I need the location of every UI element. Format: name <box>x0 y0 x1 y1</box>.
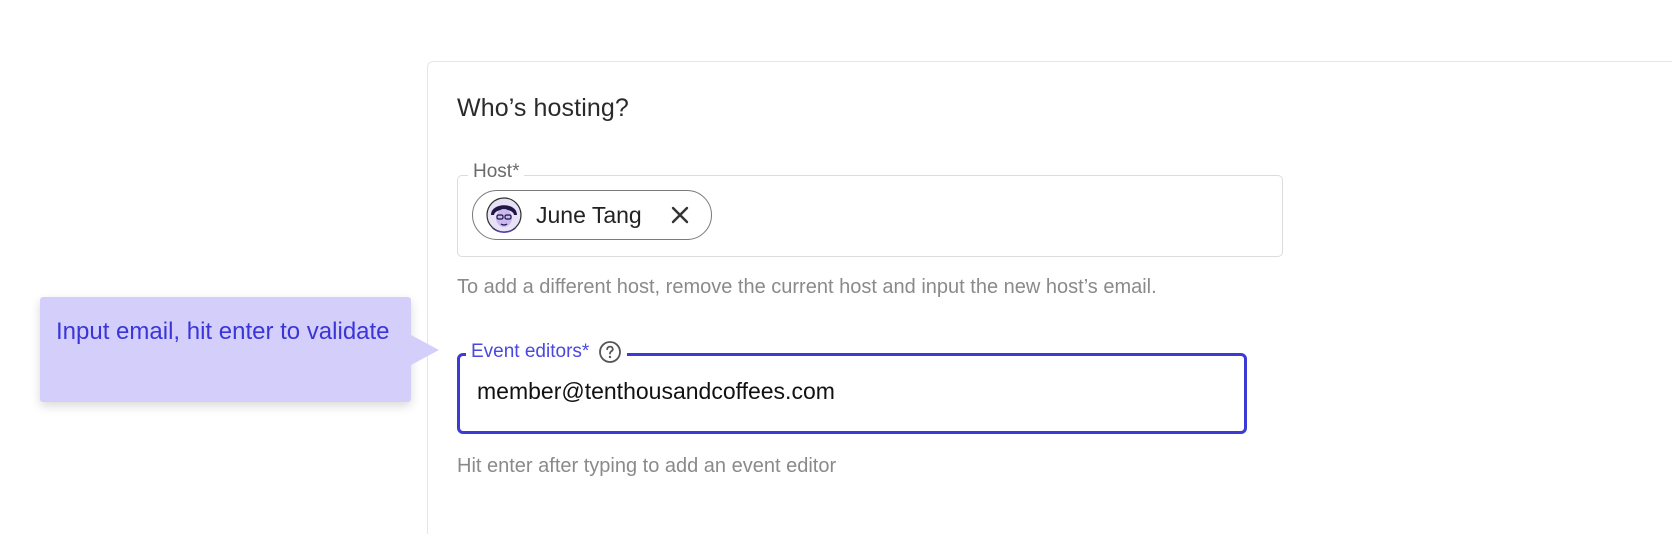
host-chip: June Tang <box>472 190 712 240</box>
host-avatar <box>486 197 522 233</box>
instruction-tooltip: Input email, hit enter to validate <box>40 297 439 402</box>
event-editors-label: Event editors* <box>471 341 590 362</box>
event-editors-label-group: Event editors* <box>466 340 628 364</box>
help-circle-icon[interactable] <box>598 340 622 364</box>
host-helper-text: To add a different host, remove the curr… <box>457 276 1157 298</box>
event-editors-helper-text: Hit enter after typing to add an event e… <box>457 455 837 477</box>
event-editors-input[interactable] <box>477 378 1217 405</box>
close-icon[interactable] <box>667 202 693 228</box>
instruction-tooltip-text: Input email, hit enter to validate <box>56 318 390 345</box>
section-title: Who’s hosting? <box>457 94 629 122</box>
host-field-label: Host* <box>468 162 525 182</box>
host-chip-name: June Tang <box>536 201 642 228</box>
